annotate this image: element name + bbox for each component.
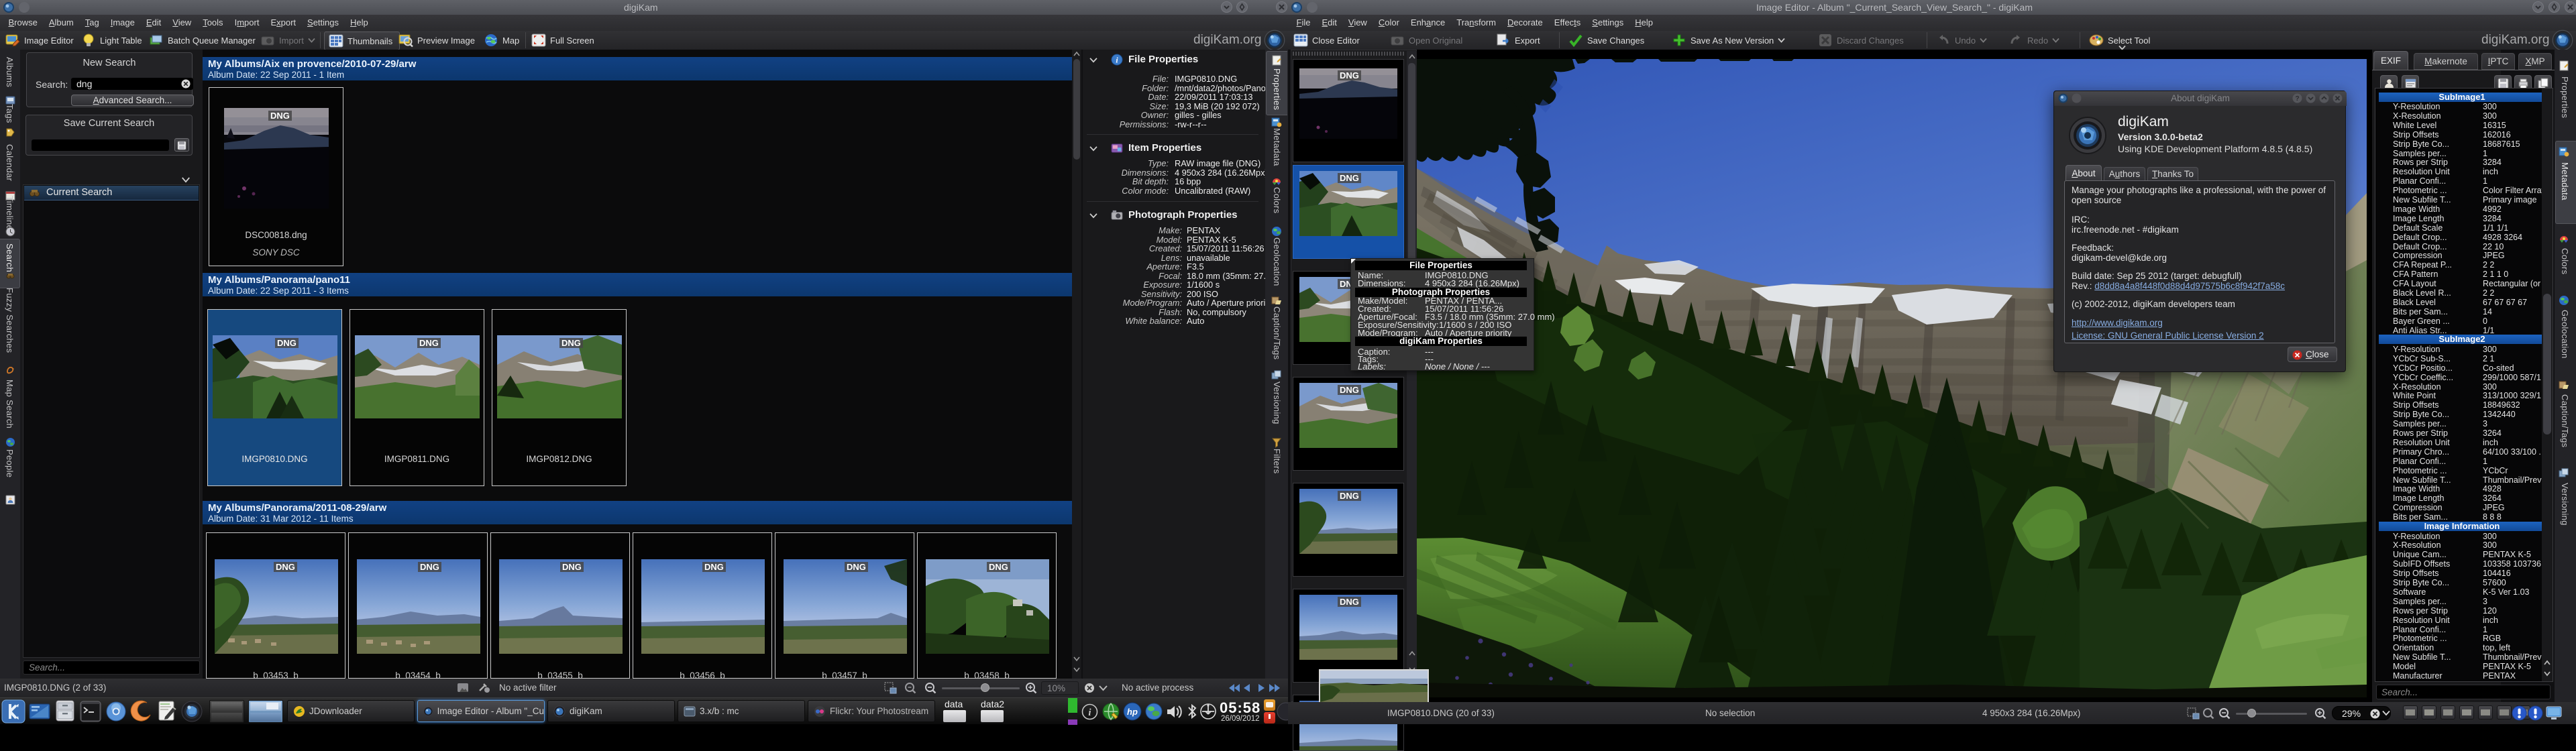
svg-text:i: i — [1088, 707, 1091, 718]
svg-text:hp: hp — [1127, 707, 1138, 717]
svg-text:?: ? — [2295, 95, 2299, 103]
